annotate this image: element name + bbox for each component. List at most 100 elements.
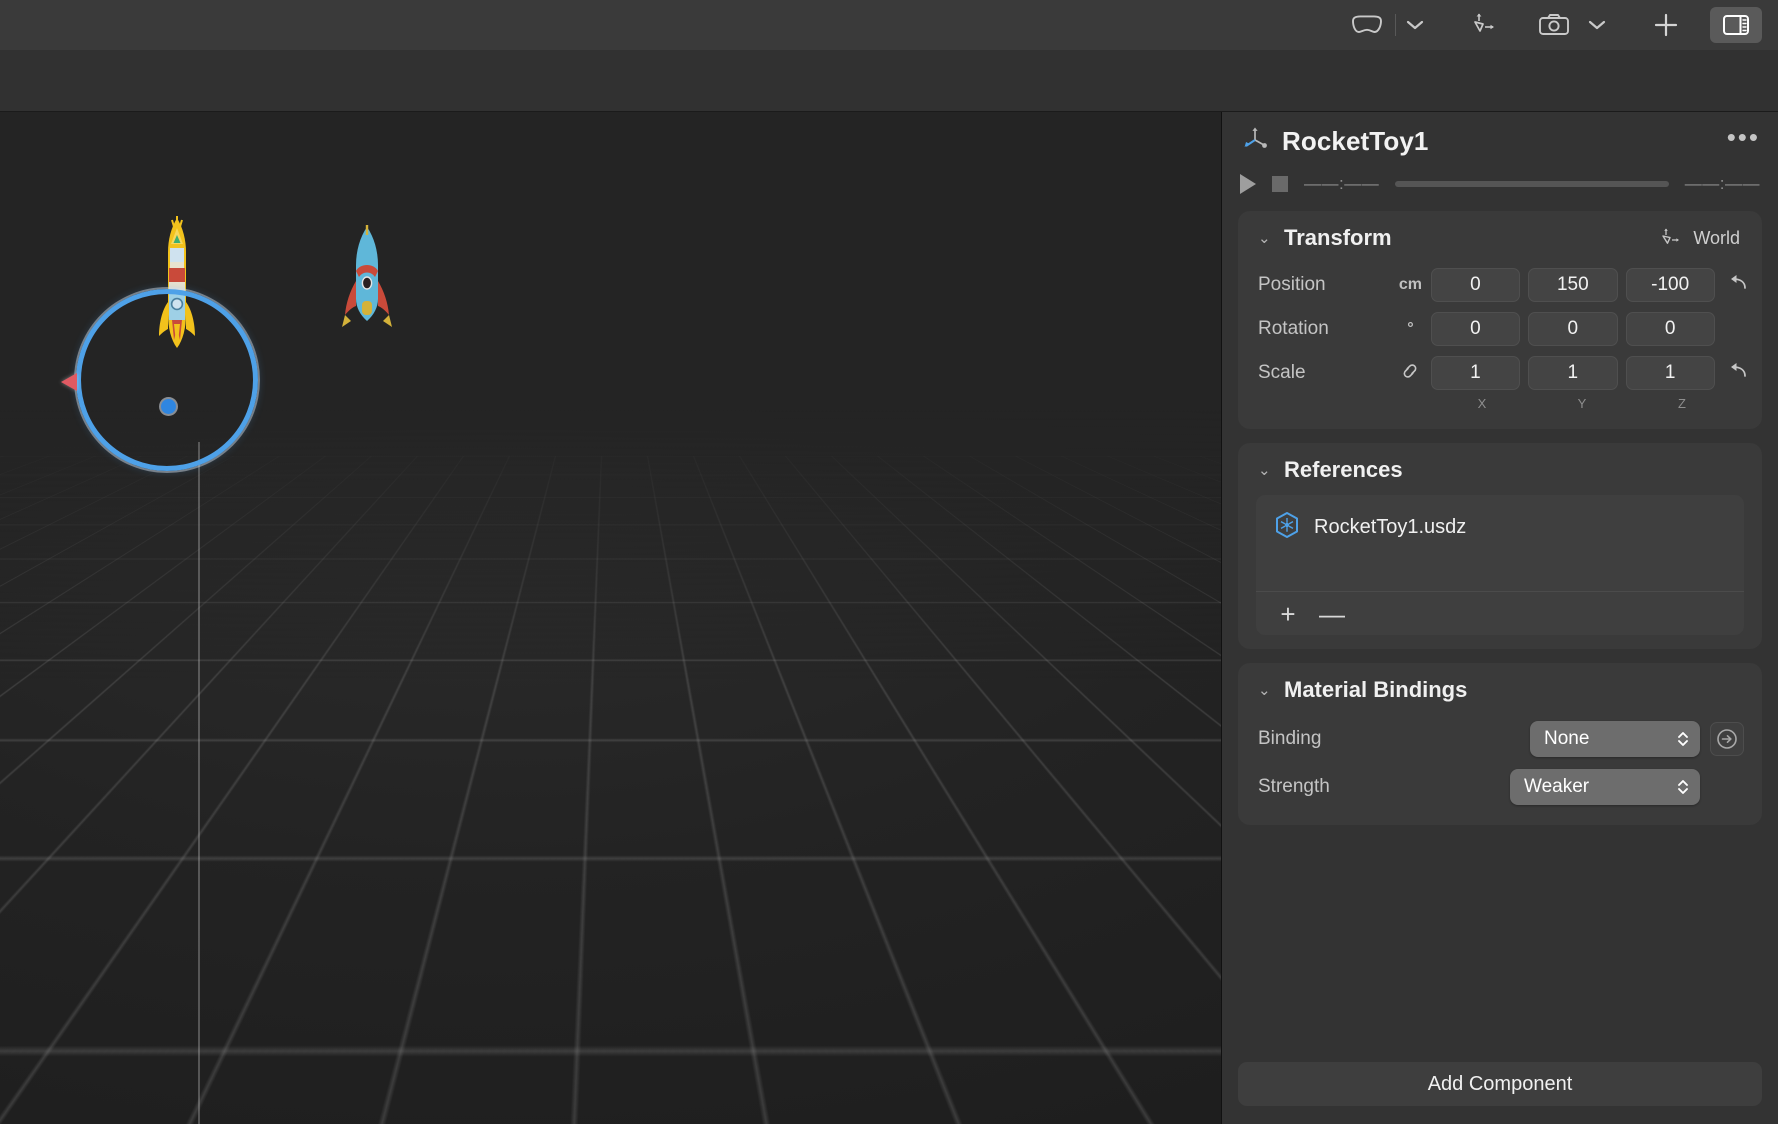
playback-current-time: ——:——	[1304, 174, 1380, 193]
strength-label: Strength	[1258, 776, 1330, 797]
chevron-down-icon-references[interactable]: ⌄	[1258, 461, 1272, 479]
strength-row: Strength Weaker	[1240, 763, 1760, 811]
inspector-content: ⌄ Transform World Position cm 0 150 -100…	[1222, 197, 1778, 1062]
chain-link-glyph	[1403, 363, 1417, 378]
transform-space-control[interactable]: World	[1659, 228, 1742, 249]
toolbar-divider	[1395, 14, 1396, 36]
device-chevron-down-icon[interactable]	[1398, 7, 1432, 43]
references-section: ⌄ References RocketToy1.usdz + —	[1238, 443, 1762, 649]
add-reference-button[interactable]: +	[1270, 599, 1306, 629]
gizmo-center-handle[interactable]	[161, 399, 176, 414]
axis-label-x: X	[1477, 396, 1487, 411]
scale-y-input[interactable]: 1	[1528, 356, 1618, 390]
rocket-model-glyph-2	[342, 225, 392, 327]
binding-value: None	[1544, 728, 1590, 749]
binding-goto-button[interactable]	[1710, 722, 1744, 756]
binding-label: Binding	[1258, 728, 1322, 749]
revert-arrow-icon-2	[1731, 363, 1747, 377]
add-icon[interactable]	[1640, 7, 1692, 43]
inspector-panel: RocketToy1 ••• ——:—— ——:—— ⌄ Transform W…	[1221, 112, 1778, 1124]
vision-pro-glyph	[1352, 15, 1382, 33]
camera-glyph	[1539, 14, 1569, 35]
entity-icon	[1240, 124, 1270, 159]
chevron-down-icon-material[interactable]: ⌄	[1258, 681, 1272, 699]
list-item[interactable]: RocketToy1.usdz	[1256, 507, 1744, 548]
rotation-x-input[interactable]: 0	[1430, 312, 1521, 346]
transform-gizmo-icon[interactable]	[1458, 7, 1510, 43]
transform-space-label: World	[1693, 227, 1740, 248]
toolbar	[0, 0, 1778, 50]
chevron-down-glyph	[1406, 20, 1424, 30]
revert-arrow-icon	[1731, 275, 1747, 289]
playback-scrubber[interactable]	[1395, 181, 1669, 187]
inspector-more-button[interactable]: •••	[1727, 124, 1760, 152]
app-window: RocketToy1 ••• ——:—— ——:—— ⌄ Transform W…	[0, 0, 1778, 1124]
usdz-file-icon	[1274, 511, 1300, 544]
toolbar-right-group	[1341, 7, 1762, 43]
material-bindings-header[interactable]: ⌄ Material Bindings	[1240, 677, 1760, 715]
transform-row-rotation: Rotation ° 0 0 0	[1240, 307, 1760, 351]
entity-axes-glyph	[1244, 127, 1267, 148]
inspector-title-row: RocketToy1 •••	[1240, 124, 1760, 159]
gizmo-x-axis-arrow[interactable]	[61, 373, 77, 391]
stop-button[interactable]	[1272, 176, 1288, 192]
position-unit: cm	[1398, 276, 1422, 293]
transform-header[interactable]: ⌄ Transform World	[1240, 225, 1760, 263]
binding-select[interactable]: None	[1530, 721, 1700, 757]
scale-z-input[interactable]: 1	[1625, 356, 1715, 390]
inspector-header: RocketToy1 ••• ——:—— ——:——	[1222, 112, 1778, 197]
chevron-down-icon[interactable]: ⌄	[1258, 229, 1272, 247]
chevron-down-glyph-2	[1588, 20, 1606, 30]
transform-title: Transform	[1284, 225, 1392, 250]
play-button[interactable]	[1240, 174, 1256, 194]
playback-total-time: ——:——	[1684, 174, 1760, 193]
material-bindings-section: ⌄ Material Bindings Binding None Strengt…	[1238, 663, 1762, 825]
transform-axis-labels: X Y Z	[1240, 395, 1760, 415]
position-y-input[interactable]: 150	[1528, 268, 1618, 302]
transform-section: ⌄ Transform World Position cm 0 150 -100…	[1238, 211, 1762, 429]
camera-chevron-down-icon[interactable]	[1580, 7, 1614, 43]
stepper-chevrons-icon-2	[1676, 778, 1690, 796]
rotation-label: Rotation	[1258, 318, 1329, 339]
axis-label-z: Z	[1678, 396, 1686, 411]
add-component-button[interactable]: Add Component	[1238, 1062, 1762, 1106]
position-x-input[interactable]: 0	[1430, 268, 1521, 302]
rocket-toy-background[interactable]	[339, 225, 395, 329]
up-down-chevron-glyph-2	[1678, 780, 1688, 794]
remove-reference-button[interactable]: —	[1314, 599, 1350, 629]
viewport-3d[interactable]	[0, 112, 1221, 1124]
plus-glyph	[1654, 13, 1678, 37]
material-bindings-title: Material Bindings	[1284, 677, 1468, 702]
usd-cube-glyph	[1276, 512, 1298, 538]
scale-x-input[interactable]: 1	[1430, 356, 1521, 390]
scale-uniform-link-icon[interactable]	[1390, 362, 1431, 385]
position-label: Position	[1258, 274, 1326, 295]
references-list[interactable]: RocketToy1.usdz	[1256, 495, 1744, 591]
scale-revert-button[interactable]	[1723, 361, 1752, 385]
reference-file-name: RocketToy1.usdz	[1314, 516, 1467, 538]
inspector-panel-toggle-icon[interactable]	[1710, 7, 1762, 43]
rotation-unit: °	[1407, 320, 1414, 337]
references-header[interactable]: ⌄ References	[1240, 457, 1760, 495]
strength-select[interactable]: Weaker	[1510, 769, 1700, 805]
arrow-right-circle-icon	[1717, 729, 1737, 749]
references-title: References	[1284, 457, 1403, 482]
position-z-input[interactable]: -100	[1625, 268, 1715, 302]
transform-row-scale: Scale 1 1 1	[1240, 351, 1760, 395]
scale-label: Scale	[1258, 362, 1306, 383]
secondary-toolbar	[0, 50, 1778, 112]
inspector-footer: Add Component	[1222, 1062, 1778, 1124]
references-actions: + —	[1256, 591, 1744, 635]
axis-label-y: Y	[1577, 396, 1587, 411]
page-title: RocketToy1	[1282, 126, 1429, 156]
vision-pro-device-icon[interactable]	[1341, 7, 1393, 43]
rotation-z-input[interactable]: 0	[1625, 312, 1715, 346]
transform-gizmo-glyph	[1474, 13, 1494, 32]
binding-row: Binding None	[1240, 715, 1760, 763]
rotation-gizmo-ring[interactable]	[76, 289, 258, 471]
rotation-y-input[interactable]: 0	[1528, 312, 1618, 346]
viewport-axis-line	[198, 442, 200, 1124]
position-revert-button[interactable]	[1723, 273, 1752, 297]
coordinate-space-icon	[1662, 228, 1680, 244]
camera-icon[interactable]	[1528, 7, 1580, 43]
